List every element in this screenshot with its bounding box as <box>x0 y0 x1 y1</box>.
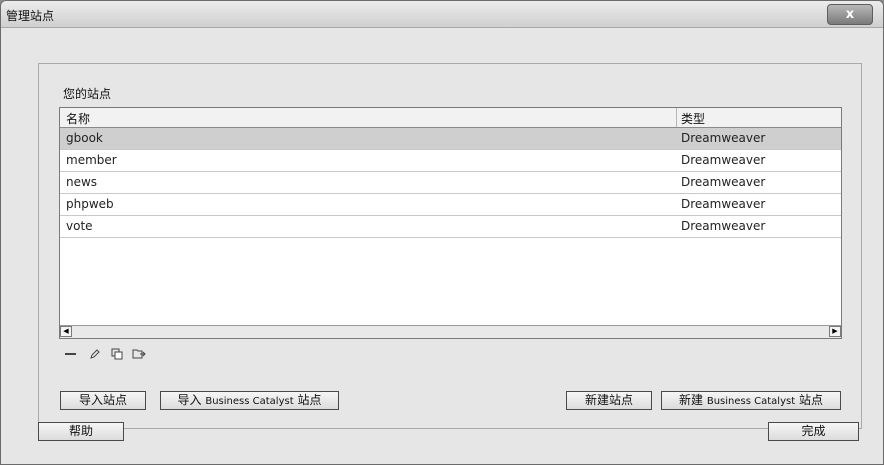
close-button[interactable]: x <box>827 4 873 25</box>
pencil-icon[interactable] <box>87 347 103 361</box>
sites-group: 您的站点 名称 类型 gbook Dreamweaver member Drea… <box>38 63 862 429</box>
table-row[interactable]: gbook Dreamweaver <box>60 128 841 150</box>
new-site-button[interactable]: 新建站点 <box>566 391 652 410</box>
table-row[interactable]: member Dreamweaver <box>60 150 841 172</box>
minus-icon[interactable] <box>63 347 79 361</box>
site-type: Dreamweaver <box>681 175 766 189</box>
import-bc-site-button[interactable]: 导入 Business Catalyst 站点 <box>160 391 339 410</box>
close-icon: x <box>845 7 855 22</box>
site-type: Dreamweaver <box>681 153 766 167</box>
site-name: gbook <box>66 131 103 145</box>
column-header-name[interactable]: 名称 <box>66 110 90 127</box>
import-bc-suffix: 站点 <box>297 393 322 407</box>
site-type: Dreamweaver <box>681 219 766 233</box>
table-row[interactable]: vote Dreamweaver <box>60 216 841 238</box>
scroll-right-icon[interactable]: ▶ <box>829 326 841 337</box>
dialog-body: 您的站点 名称 类型 gbook Dreamweaver member Drea… <box>1 28 883 464</box>
horizontal-scrollbar[interactable]: ◀ ▶ <box>60 325 841 338</box>
site-name: news <box>66 175 98 189</box>
group-title: 您的站点 <box>63 87 112 101</box>
site-name: member <box>66 153 117 167</box>
site-name: phpweb <box>66 197 114 211</box>
title-bar: 管理站点 x <box>1 1 883 28</box>
done-label: 完成 <box>801 424 826 438</box>
column-header-type[interactable]: 类型 <box>681 110 705 127</box>
export-icon[interactable] <box>131 347 147 361</box>
site-type: Dreamweaver <box>681 197 766 211</box>
table-row[interactable]: news Dreamweaver <box>60 172 841 194</box>
new-bc-brand: Business Catalyst <box>706 396 796 407</box>
import-bc-brand: Business Catalyst <box>205 396 294 407</box>
sites-list[interactable]: 名称 类型 gbook Dreamweaver member Dreamweav… <box>59 107 842 339</box>
new-bc-suffix: 站点 <box>798 393 823 407</box>
new-bc-prefix: 新建 <box>679 393 704 407</box>
table-row[interactable]: phpweb Dreamweaver <box>60 194 841 216</box>
import-site-label: 导入站点 <box>78 393 127 407</box>
new-bc-site-button[interactable]: 新建 Business Catalyst 站点 <box>661 391 841 410</box>
done-button[interactable]: 完成 <box>768 422 859 441</box>
manage-sites-dialog: 管理站点 x 您的站点 名称 类型 gbook Dreamweaver memb… <box>0 0 884 465</box>
duplicate-icon[interactable] <box>109 347 125 361</box>
column-divider[interactable] <box>676 108 677 127</box>
list-header: 名称 类型 <box>60 108 841 128</box>
scroll-left-icon[interactable]: ◀ <box>60 326 72 337</box>
dialog-title: 管理站点 <box>6 9 55 23</box>
help-label: 帮助 <box>68 424 93 438</box>
new-site-label: 新建站点 <box>584 393 633 407</box>
import-bc-prefix: 导入 <box>177 393 202 407</box>
site-type: Dreamweaver <box>681 131 766 145</box>
site-name: vote <box>66 219 93 233</box>
help-button[interactable]: 帮助 <box>38 422 124 441</box>
import-site-button[interactable]: 导入站点 <box>60 391 146 410</box>
